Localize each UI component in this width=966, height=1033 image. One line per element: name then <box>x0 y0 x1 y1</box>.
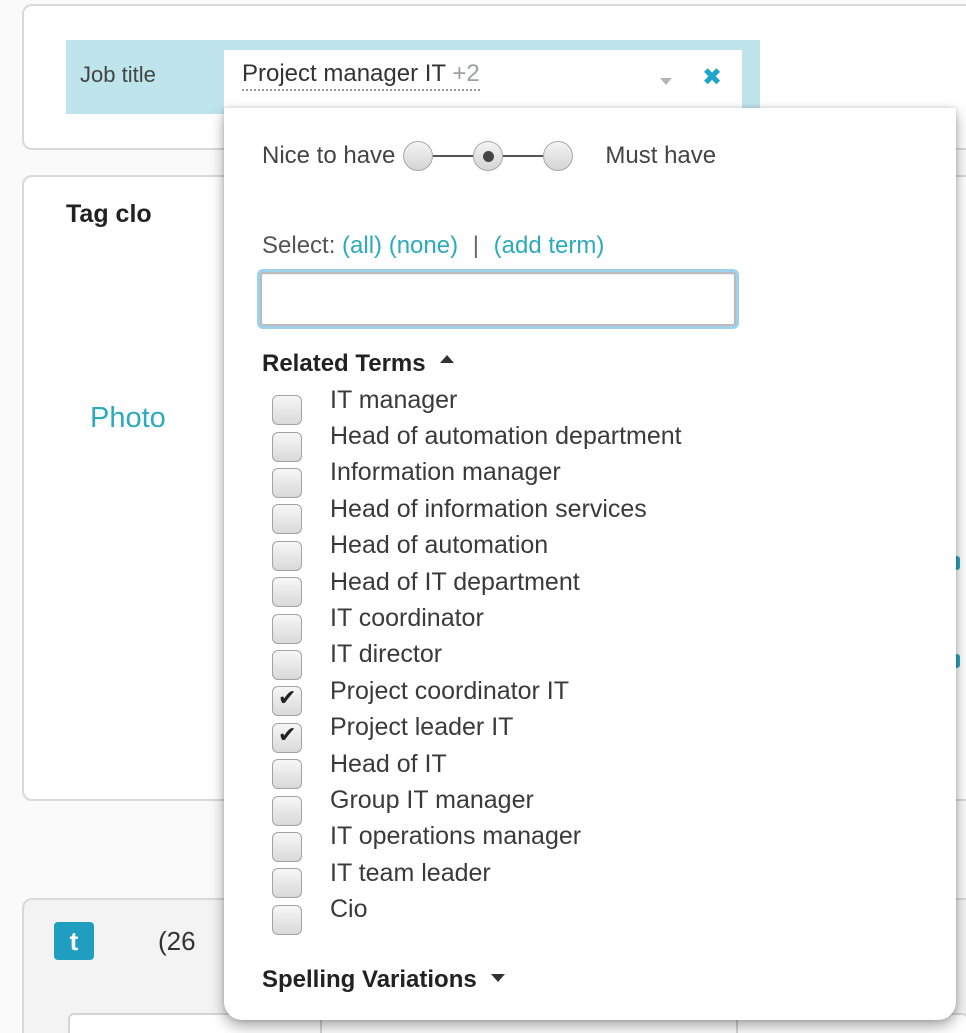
related-term-item[interactable]: IT operations manager <box>272 822 932 862</box>
related-term-item[interactable]: Head of information services <box>272 494 932 535</box>
related-term-item[interactable]: Group IT manager <box>272 785 932 826</box>
checkbox-checked[interactable] <box>272 722 302 753</box>
priority-connector <box>503 155 544 157</box>
chevron-up-icon <box>439 354 454 363</box>
related-term-label: Cio <box>330 895 368 924</box>
checkbox[interactable] <box>272 577 302 608</box>
related-term-label: Group IT manager <box>330 785 534 814</box>
job-title-label: Job title <box>80 62 156 87</box>
related-term-label: Head of automation <box>330 531 549 560</box>
related-term-label: Project coordinator IT <box>330 676 569 705</box>
chevron-down-icon[interactable] <box>660 78 672 85</box>
related-term-item[interactable]: IT director <box>272 640 932 680</box>
job-title-value[interactable]: Project manager IT +2 <box>242 60 480 91</box>
related-term-label: Information manager <box>330 458 561 487</box>
select-all-link[interactable]: (all) <box>342 232 382 259</box>
twitter-icon: t <box>54 922 94 960</box>
priority-radio-must-have[interactable] <box>543 141 574 171</box>
select-controls: Select: (all) (none) | (add term) <box>262 232 604 260</box>
checkbox[interactable] <box>272 540 302 571</box>
nice-to-have-label: Nice to have <box>262 142 396 169</box>
related-term-label: Head of information services <box>330 494 647 523</box>
related-term-label: IT team leader <box>330 858 491 887</box>
related-term-item[interactable]: Information manager <box>272 458 932 498</box>
related-term-item[interactable]: IT coordinator <box>272 604 932 644</box>
related-term-label: Head of IT department <box>330 567 580 596</box>
spelling-variations-label: Spelling Variations <box>262 966 477 993</box>
checkbox-checked[interactable] <box>272 686 302 717</box>
related-term-label: Head of automation department <box>330 422 682 451</box>
related-term-label: Head of IT <box>330 749 447 778</box>
priority-selector: Nice to have Must have <box>262 138 942 174</box>
checkbox[interactable] <box>272 868 302 899</box>
page: Job title Project manager IT +2 ✖ Tag cl… <box>0 0 966 1033</box>
related-term-item[interactable]: Project leader IT <box>272 713 932 753</box>
priority-radio-nice-to-have[interactable] <box>403 141 434 171</box>
checkbox[interactable] <box>272 395 302 426</box>
add-term-link[interactable]: (add term) <box>494 232 605 259</box>
job-title-value-text: Project manager IT <box>242 60 446 87</box>
checkbox[interactable] <box>272 759 302 790</box>
job-title-extra-count: +2 <box>452 60 480 87</box>
related-term-item[interactable]: Head of automation department <box>272 422 932 462</box>
related-term-item[interactable]: Project coordinator IT <box>272 676 932 717</box>
select-none-link[interactable]: (none) <box>389 232 458 259</box>
related-term-label: IT coordinator <box>330 604 484 633</box>
related-term-label: IT operations manager <box>330 822 582 851</box>
priority-connector <box>433 155 474 157</box>
related-term-item[interactable]: Head of IT department <box>272 567 932 608</box>
chevron-down-icon <box>490 973 505 982</box>
checkbox[interactable] <box>272 904 302 935</box>
twitter-count: (26 <box>158 926 196 956</box>
checkbox[interactable] <box>272 504 302 535</box>
related-terms-label: Related Terms <box>262 350 426 377</box>
related-term-item[interactable]: Head of automation <box>272 531 932 571</box>
checkbox[interactable] <box>272 649 302 680</box>
related-terms-heading[interactable]: Related Terms <box>262 350 454 378</box>
related-terms-list: IT manager Head of automation department I… <box>272 385 932 935</box>
related-term-item[interactable]: Cio <box>272 895 932 935</box>
related-term-label: Project leader IT <box>330 713 514 742</box>
tag-cloud-title: Tag clo <box>66 200 152 228</box>
must-have-label: Must have <box>605 142 717 169</box>
select-label: Select: <box>262 232 336 259</box>
close-icon[interactable]: ✖ <box>702 66 722 90</box>
checkbox[interactable] <box>272 431 302 462</box>
select-separator: | <box>472 232 479 259</box>
checkbox[interactable] <box>272 467 302 498</box>
priority-radio-neutral[interactable] <box>473 141 504 171</box>
related-term-item[interactable]: Head of IT <box>272 749 932 790</box>
related-term-item[interactable]: IT team leader <box>272 858 932 899</box>
related-term-item[interactable]: IT manager <box>272 385 932 426</box>
tag-cloud-link[interactable]: Photo <box>90 402 166 435</box>
related-term-label: IT manager <box>330 385 458 414</box>
related-term-label: IT director <box>330 640 443 669</box>
checkbox[interactable] <box>272 795 302 826</box>
checkbox[interactable] <box>272 613 302 644</box>
spelling-variations-heading[interactable]: Spelling Variations <box>262 966 505 994</box>
checkbox[interactable] <box>272 831 302 862</box>
term-search-input[interactable] <box>260 272 736 326</box>
